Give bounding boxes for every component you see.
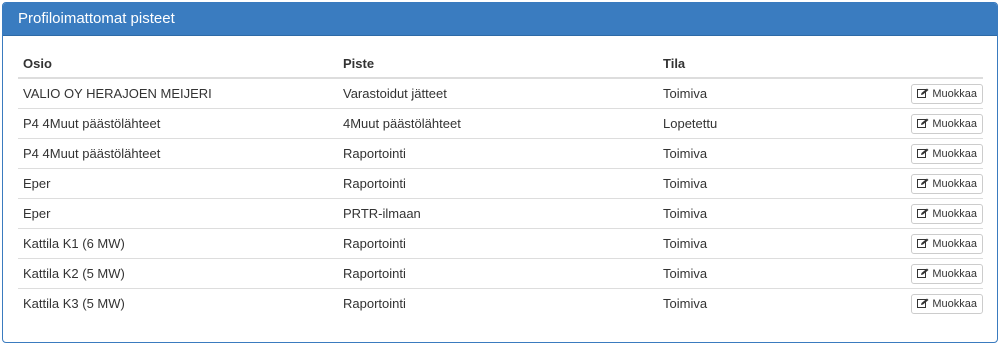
table-row: Eper Raportointi Toimiva Muokkaa	[18, 168, 983, 199]
cell-tila: Lopetettu	[658, 108, 883, 139]
cell-actions: Muokkaa	[883, 108, 983, 139]
cell-piste: Raportointi	[338, 138, 658, 169]
table-row: Kattila K3 (5 MW) Raportointi Toimiva Mu…	[18, 288, 983, 318]
table-row: Kattila K2 (5 MW) Raportointi Toimiva Mu…	[18, 258, 983, 289]
points-table: Osio Piste Tila VALIO OY HERAJOEN MEIJER…	[18, 50, 983, 318]
edit-icon	[917, 298, 929, 308]
cell-piste: 4Muut päästölähteet	[338, 108, 658, 139]
column-header-piste: Piste	[338, 50, 658, 79]
edit-button-label: Muokkaa	[932, 87, 977, 100]
cell-actions: Muokkaa	[883, 138, 983, 169]
cell-tila: Toimiva	[658, 138, 883, 169]
edit-button-label: Muokkaa	[932, 267, 977, 280]
cell-actions: Muokkaa	[883, 288, 983, 318]
cell-tila: Toimiva	[663, 86, 708, 101]
edit-button-label: Muokkaa	[932, 177, 977, 190]
table-row: P4 4Muut päästölähteet 4Muut päästölähte…	[18, 108, 983, 139]
cell-tila: Toimiva	[658, 288, 883, 318]
edit-button[interactable]: Muokkaa	[911, 83, 983, 104]
edit-button[interactable]: Muokkaa	[911, 113, 983, 134]
edit-button[interactable]: Muokkaa	[911, 233, 983, 254]
cell-osio: Kattila K1 (6 MW)	[18, 228, 338, 259]
cell-osio: Kattila K2 (5 MW)	[18, 258, 338, 289]
cell-piste: Raportointi	[338, 288, 658, 318]
edit-button-label: Muokkaa	[932, 297, 977, 310]
edit-button-label: Muokkaa	[932, 207, 977, 220]
cell-tila: Toimiva	[658, 168, 883, 199]
column-header-osio: Osio	[18, 50, 338, 79]
cell-osio: P4 4Muut päästölähteet	[18, 138, 338, 169]
cell-actions: Muokkaa	[883, 78, 983, 109]
cell-piste: Varastoidut jätteet	[343, 86, 447, 101]
cell-actions: Muokkaa	[883, 228, 983, 259]
cell-actions: Muokkaa	[883, 168, 983, 199]
cell-actions: Muokkaa	[883, 198, 983, 229]
table-header-row: Osio Piste Tila	[18, 50, 983, 79]
edit-icon	[917, 238, 929, 248]
cell-piste: Raportointi	[338, 258, 658, 289]
table-row: Kattila K1 (6 MW) Raportointi Toimiva Mu…	[18, 228, 983, 259]
edit-icon	[917, 208, 929, 218]
edit-button[interactable]: Muokkaa	[911, 143, 983, 164]
edit-icon	[917, 118, 929, 128]
table-body: VALIO OY HERAJOEN MEIJERI Varastoidut jä…	[18, 78, 983, 318]
edit-button[interactable]: Muokkaa	[911, 203, 983, 224]
cell-osio: Eper	[18, 198, 338, 229]
panel-title: Profiloimattomat pisteet	[3, 3, 997, 36]
cell-tila: Toimiva	[658, 258, 883, 289]
edit-button[interactable]: Muokkaa	[911, 263, 983, 284]
panel-body: Osio Piste Tila VALIO OY HERAJOEN MEIJER…	[3, 36, 997, 318]
cell-actions: Muokkaa	[883, 258, 983, 289]
table-row: VALIO OY HERAJOEN MEIJERI Varastoidut jä…	[18, 78, 983, 109]
edit-icon	[917, 88, 929, 98]
edit-button[interactable]: Muokkaa	[911, 173, 983, 194]
edit-icon	[917, 268, 929, 278]
table-row: P4 4Muut päästölähteet Raportointi Toimi…	[18, 138, 983, 169]
column-header-tila: Tila	[658, 50, 883, 79]
edit-button-label: Muokkaa	[932, 147, 977, 160]
cell-tila: Toimiva	[658, 228, 883, 259]
cell-piste: Raportointi	[338, 228, 658, 259]
column-header-actions	[883, 50, 983, 79]
cell-tila: Toimiva	[658, 198, 883, 229]
table-row: Eper PRTR-ilmaan Toimiva Muokkaa	[18, 198, 983, 229]
edit-icon	[917, 148, 929, 158]
cell-osio: Kattila K3 (5 MW)	[18, 288, 338, 318]
edit-icon	[917, 178, 929, 188]
cell-osio: P4 4Muut päästölähteet	[18, 108, 338, 139]
cell-osio: Eper	[18, 168, 338, 199]
unprofiled-points-panel: Profiloimattomat pisteet Osio Piste Tila…	[2, 2, 998, 343]
cell-piste: Raportointi	[338, 168, 658, 199]
cell-piste: PRTR-ilmaan	[338, 198, 658, 229]
edit-button-label: Muokkaa	[932, 237, 977, 250]
cell-osio: VALIO OY HERAJOEN MEIJERI	[23, 86, 212, 101]
edit-button-label: Muokkaa	[932, 117, 977, 130]
edit-button[interactable]: Muokkaa	[911, 293, 983, 314]
